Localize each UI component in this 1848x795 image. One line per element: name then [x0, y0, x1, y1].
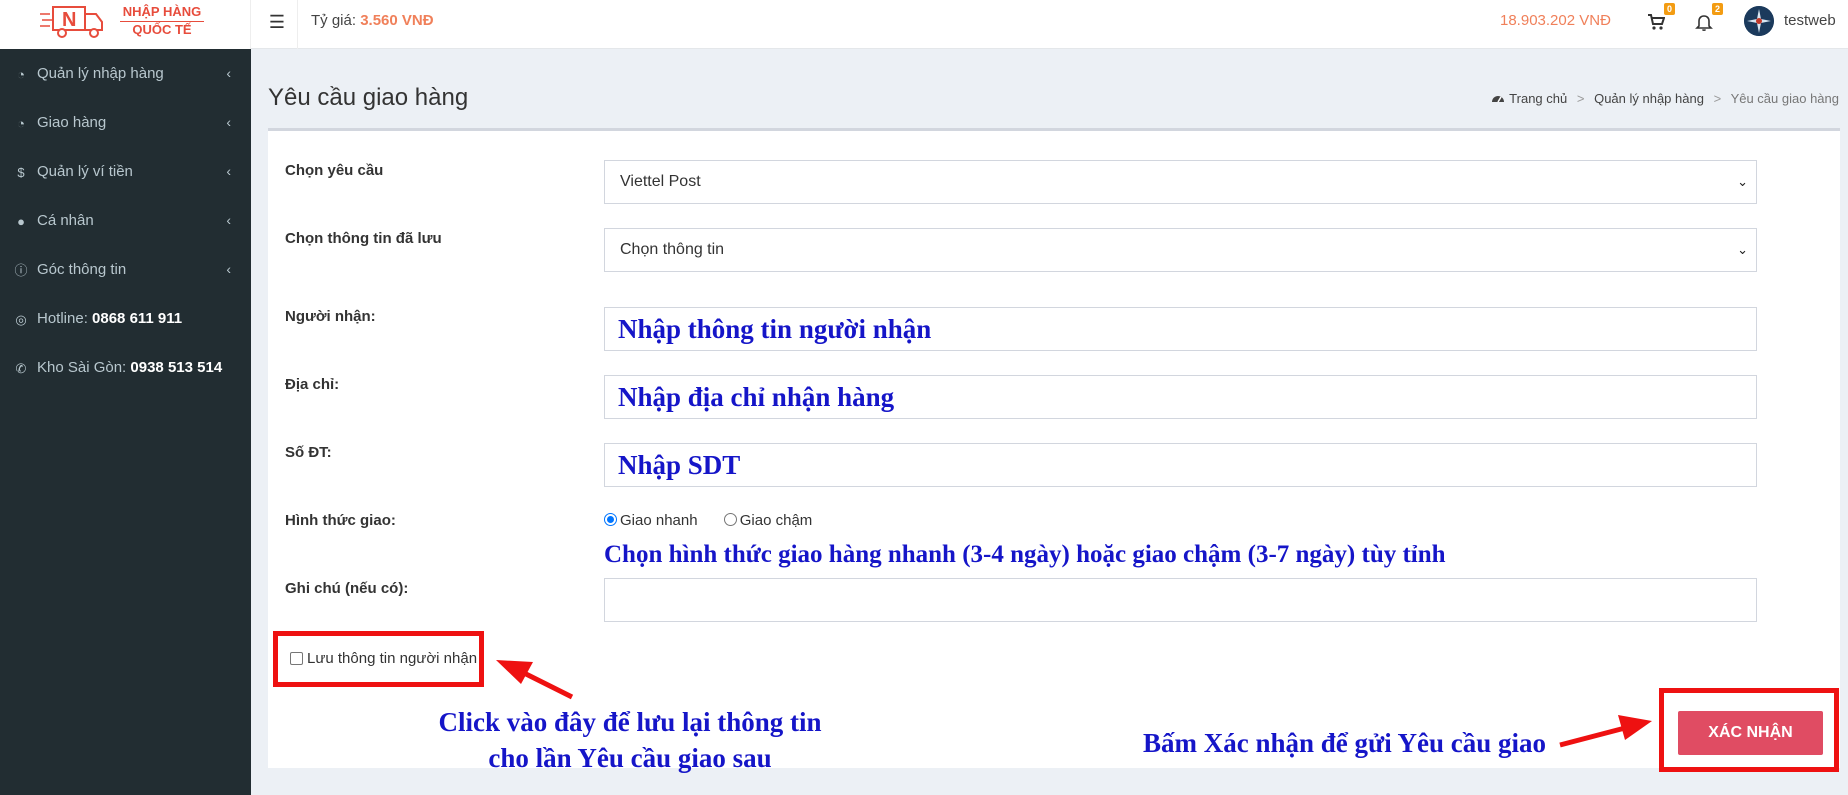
arrow-to-save-checkbox	[496, 660, 574, 700]
arrow-to-confirm-button	[1559, 715, 1652, 748]
annotation-arrows	[496, 660, 1652, 748]
